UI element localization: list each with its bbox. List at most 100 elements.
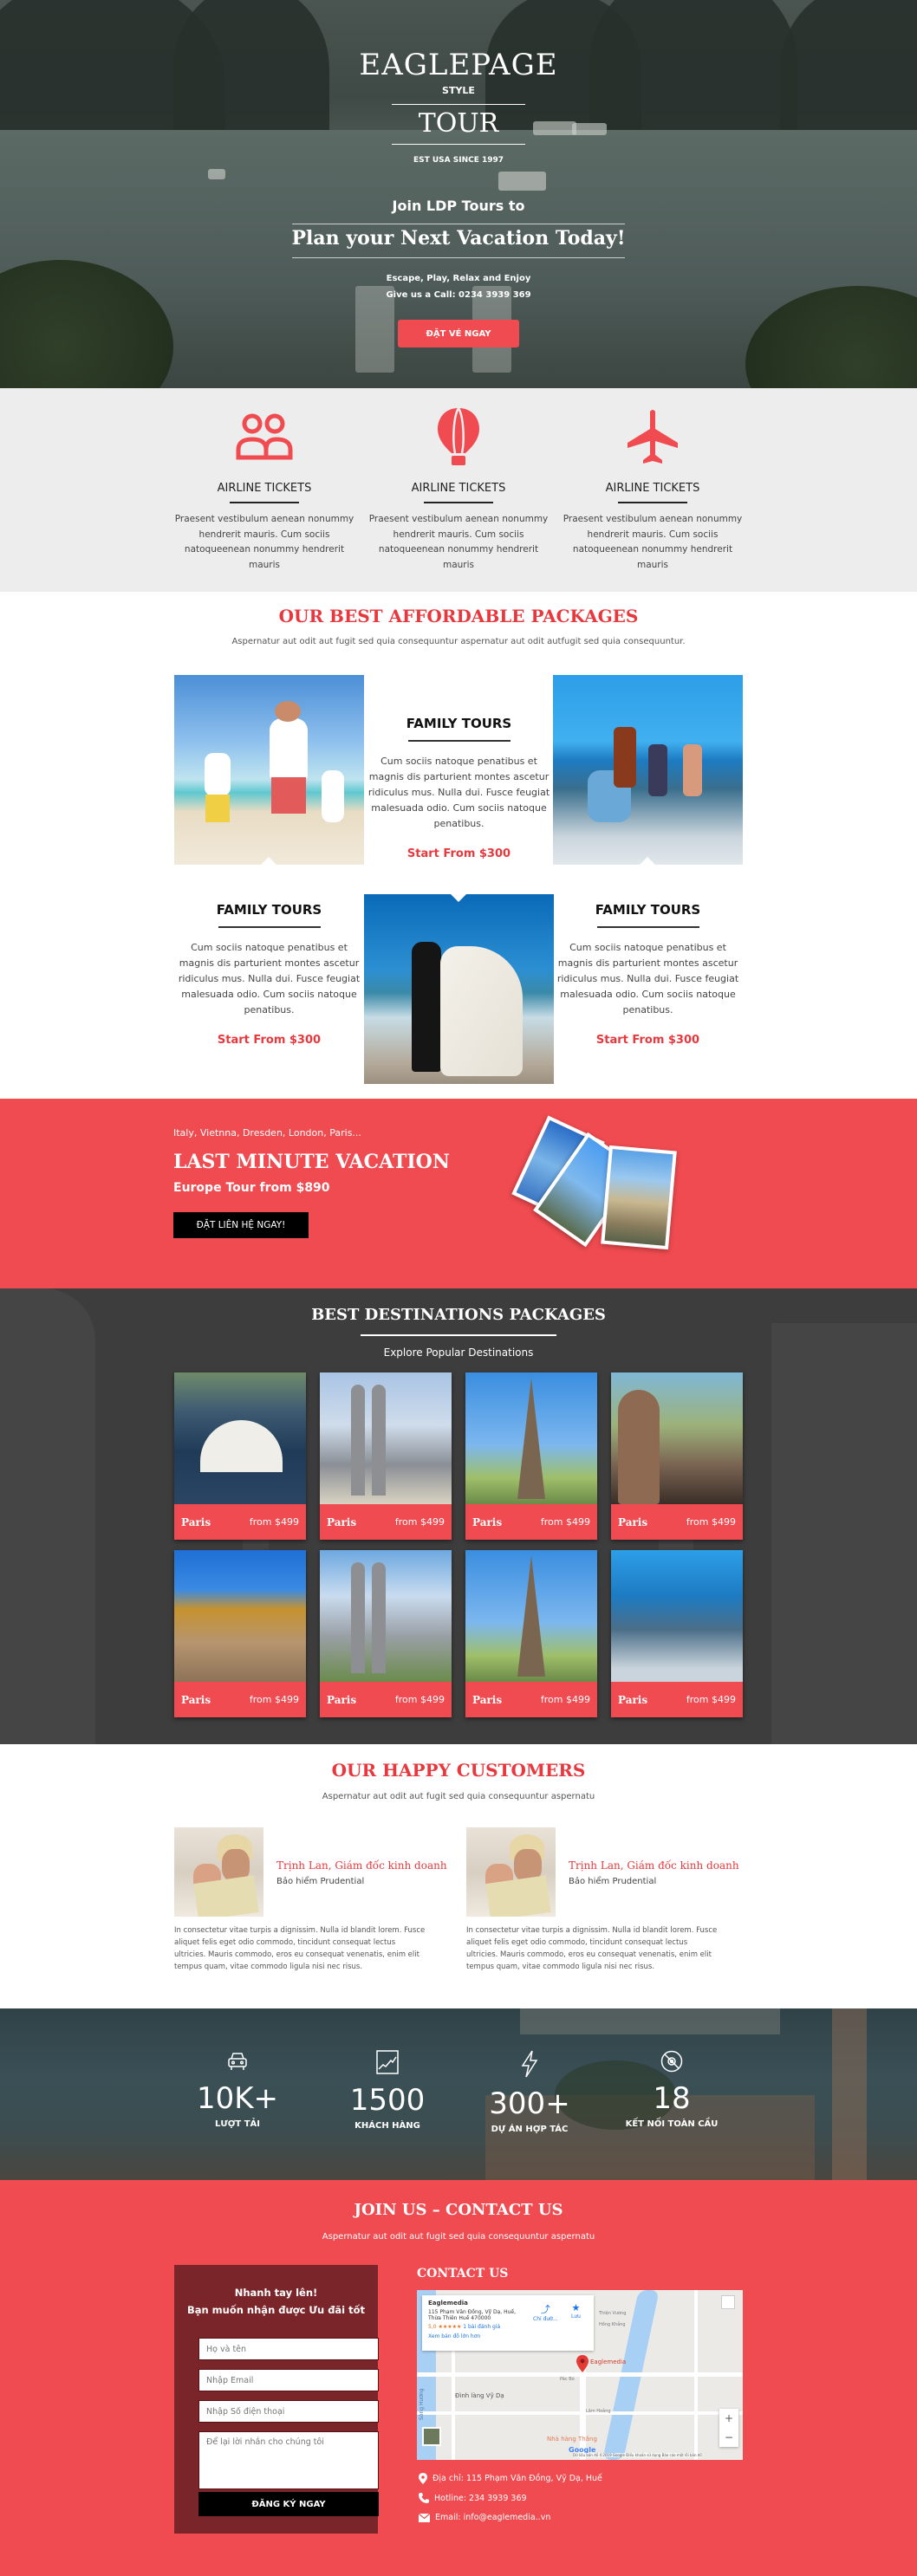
name-field[interactable] [198, 2338, 379, 2360]
destination-card[interactable]: Paris from $499 [320, 1372, 452, 1540]
destination-city: Paris [327, 1515, 357, 1528]
destination-card[interactable]: Paris from $499 [174, 1372, 306, 1540]
service-text: Praesent vestibulum aenean nonummy hendr… [563, 514, 743, 570]
package-price[interactable]: Start From $300 [553, 1034, 743, 1047]
destination-card[interactable]: Paris from $499 [465, 1372, 597, 1540]
destination-city: Paris [181, 1515, 211, 1528]
destination-card[interactable]: Paris from $499 [174, 1550, 306, 1717]
testimonial-quote: In consectetur vitae turpis a dignissim.… [466, 1926, 718, 1971]
stat-value: 300+ [489, 2086, 570, 2121]
map-larger-link[interactable]: Xem bản đồ lớn hơn [428, 2333, 588, 2339]
destination-city: Paris [181, 1693, 211, 1706]
testimonial-company: Bảo hiểm Prudential [569, 1877, 657, 1886]
directions-icon: ⤴ [540, 2304, 550, 2315]
hero-join: Join LDP Tours to [392, 198, 525, 214]
last-minute-title: LAST MINUTE VACATION [173, 1151, 450, 1173]
destination-info-bar: Paris from $499 [320, 1504, 452, 1540]
package-image-wedding-beach [364, 894, 554, 1084]
avatar [174, 1827, 263, 1917]
hot-air-balloon-icon [367, 406, 550, 466]
destination-card[interactable]: Paris from $499 [465, 1550, 597, 1717]
disc-icon [607, 2050, 737, 2076]
hero-style-label: STYLE [442, 85, 475, 96]
map-fullscreen-button[interactable] [721, 2295, 735, 2309]
message-field[interactable] [198, 2431, 379, 2489]
map-embed[interactable]: Eaglemedia 115 Phạm Văn Đồng, Vỹ Dạ, Huế… [417, 2290, 743, 2460]
phone-field[interactable] [198, 2400, 379, 2423]
register-button[interactable]: ĐĂNG KÝ NGAY [198, 2492, 379, 2516]
email-field[interactable] [198, 2369, 379, 2391]
hero-escape: Escape, Play, Relax and Enjoy [386, 274, 531, 283]
hotline-text[interactable]: Hotline: 234 3939 369 [434, 2494, 527, 2503]
package-title: FAMILY TOURS [595, 902, 701, 918]
stat-label: KẾT NỐI TOÀN CẦU [625, 2119, 719, 2129]
stats-bg-island [520, 2008, 780, 2034]
map-label: Thiện Vương [599, 2311, 627, 2316]
destination-city: Paris [618, 1693, 648, 1706]
contact-now-button[interactable]: ĐẶT LIÊN HỆ NGAY! [173, 1212, 309, 1238]
packages-section: OUR BEST AFFORDABLE PACKAGES Aspernatur … [0, 592, 917, 1099]
stat-value: 10K+ [196, 2081, 279, 2116]
stat-value: 1500 [349, 2083, 426, 2118]
avatar [466, 1827, 556, 1917]
map-address-line2: Thừa Thiên Huế 470000 [428, 2315, 491, 2321]
customers-section: OUR HAPPY CUSTOMERS Aspernatur aut odit … [0, 1744, 917, 2008]
stat-label: LƯỢT TẢI [214, 2119, 261, 2129]
map-zoom-out-button[interactable]: − [719, 2428, 738, 2447]
address-text: Địa chỉ: 115 Phạm Văn Đồng, Vỹ Dạ, Huế [432, 2474, 602, 2483]
service-text: Praesent vestibulum aenean nonummy hendr… [368, 514, 549, 570]
stats-section: 10K+ LƯỢT TẢI 1500 KHÁCH HÀNG 300+ DỰ ÁN… [0, 2008, 917, 2180]
package-divider [218, 926, 321, 928]
destination-price: from $499 [540, 1694, 590, 1705]
email-text[interactable]: Email: info@eaglemedia..vn [435, 2513, 550, 2522]
hero-divider [392, 144, 525, 145]
destination-price: from $499 [249, 1516, 299, 1528]
package-divider [407, 740, 511, 742]
package-divider [596, 926, 699, 928]
map-reviews-link[interactable]: 1 bài đánh giá [463, 2324, 500, 2330]
destination-card[interactable]: Paris from $499 [611, 1372, 743, 1540]
destination-price: from $499 [686, 1516, 736, 1528]
map-save-button[interactable]: ★ Lưu [571, 2302, 581, 2320]
map-label: Nhà hàng Thắng [547, 2436, 597, 2443]
destination-card[interactable]: Paris from $499 [320, 1550, 452, 1717]
last-minute-subtitle: Europe Tour from $890 [173, 1181, 330, 1195]
package-card: FAMILY TOURS Cum sociis natoque penatibu… [553, 902, 743, 1047]
customers-subtitle: Aspernatur aut odit aut fugit sed quia c… [322, 1792, 595, 1801]
hero-divider [292, 257, 625, 258]
destinations-subtitle: Explore Popular Destinations [383, 1346, 534, 1359]
map-zoom-in-button[interactable]: + [719, 2409, 738, 2428]
map-address-line1: 115 Phạm Văn Đồng, Vỹ Dạ, Huế, [428, 2309, 517, 2315]
destination-card[interactable]: Paris from $499 [611, 1550, 743, 1717]
map-directions-button[interactable]: ⤴ Chỉ đườ... [533, 2302, 558, 2322]
hero-est: EST USA SINCE 1997 [413, 156, 504, 165]
buddha-statue-shape [618, 1390, 660, 1504]
tower-shape [351, 1562, 365, 1673]
book-now-button[interactable]: ĐẶT VÉ NGAY [398, 320, 519, 347]
destinations-section: BEST DESTINATIONS PACKAGES Explore Popul… [0, 1288, 917, 1744]
packages-subtitle: Aspernatur aut odit aut fugit sed quia c… [231, 637, 686, 646]
hero-bg-boat [208, 169, 225, 179]
package-image-boat-party [553, 675, 743, 865]
map-label: Đình làng Vỹ Dạ [455, 2392, 504, 2399]
package-price[interactable]: Start From $300 [174, 1034, 364, 1047]
service-title: AIRLINE TICKETS [411, 482, 506, 495]
stat-label: KHÁCH HÀNG [354, 2121, 420, 2131]
contact-title: JOIN US – CONTACT US [354, 2201, 563, 2219]
star-icon: ★ [571, 2302, 581, 2313]
map-satellite-toggle[interactable] [422, 2427, 441, 2446]
destination-image-arena [174, 1550, 306, 1682]
destination-info-bar: Paris from $499 [465, 1682, 597, 1717]
dest-bg-building [771, 1323, 917, 1744]
tower-shape [351, 1385, 365, 1496]
package-price[interactable]: Start From $300 [364, 847, 554, 860]
envelope-icon [419, 2513, 430, 2522]
car-icon [172, 2050, 302, 2076]
map-pin-icon[interactable] [576, 2355, 589, 2376]
last-minute-cities: Italy, Vietnna, Dresden, London, Paris..… [173, 1127, 361, 1139]
testimonial-name: Trịnh Lan, Giám đốc kinh doanh [569, 1859, 739, 1872]
package-card: FAMILY TOURS Cum sociis natoque penatibu… [364, 716, 554, 860]
hero-headline: Plan your Next Vacation Today! [291, 227, 626, 250]
map-road [694, 2290, 698, 2460]
map-place-name: Eaglemedia [428, 2300, 468, 2307]
